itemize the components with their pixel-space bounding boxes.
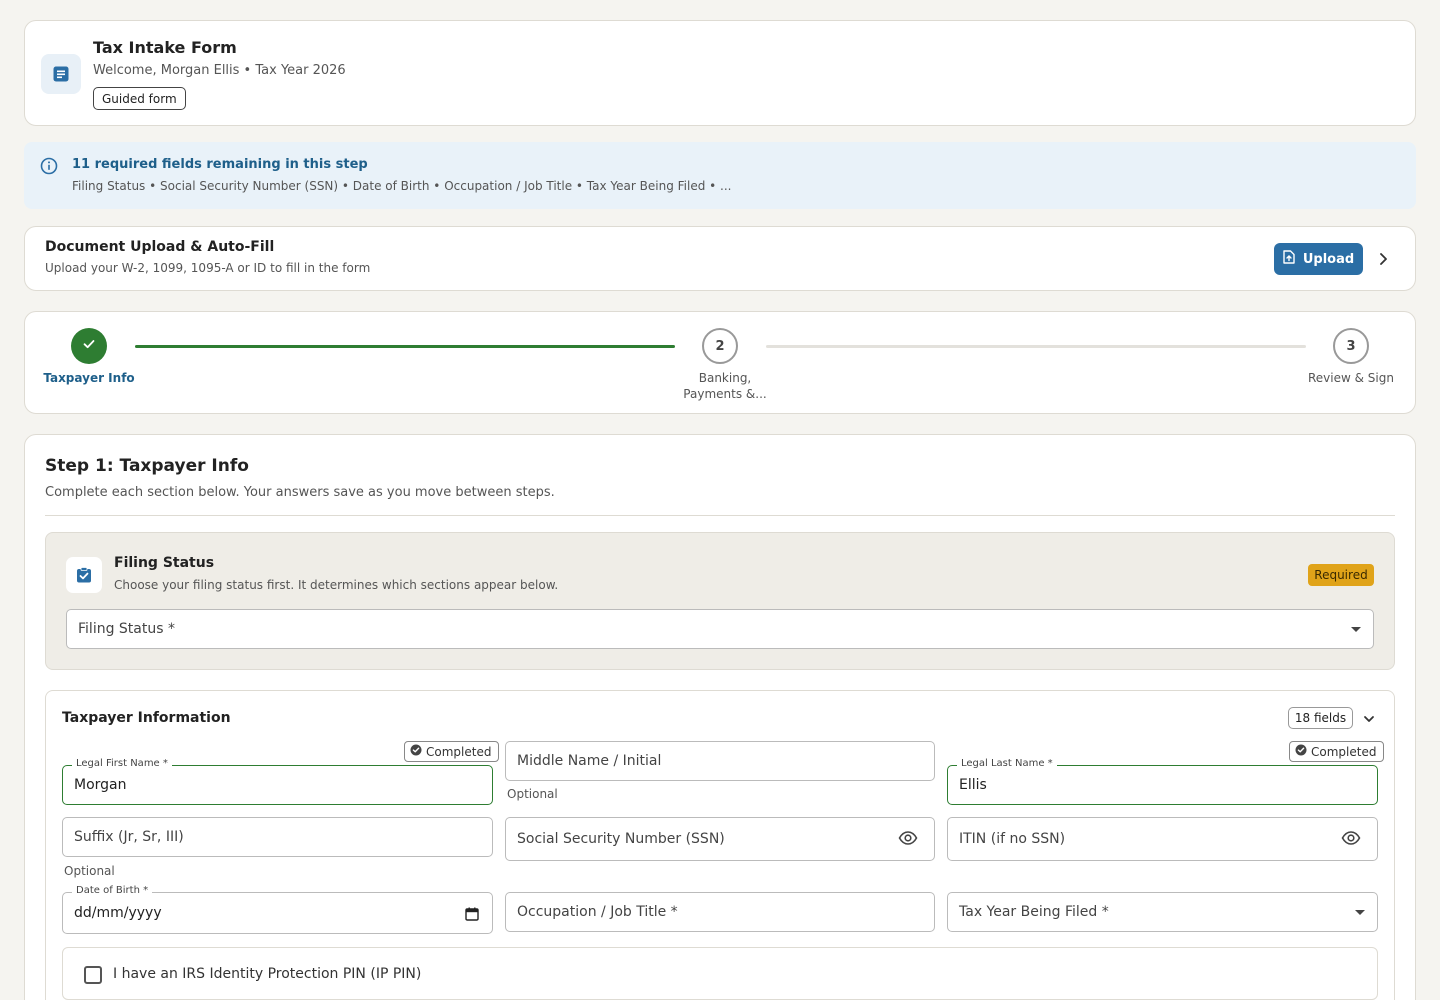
field-count-badge: 18 fields: [1288, 707, 1353, 729]
required-badge: Required: [1308, 564, 1374, 586]
page-title: Tax Intake Form: [93, 38, 237, 57]
check-circle-icon: [410, 744, 422, 759]
step-content-card: Step 1: Taxpayer Info Complete each sect…: [24, 434, 1416, 1000]
legal-last-name-label: Legal Last Name *: [957, 758, 1057, 769]
suffix-field[interactable]: Suffix (Jr, Sr, III): [62, 817, 493, 857]
remaining-count: 11 required fields remaining in this ste…: [72, 157, 368, 172]
document-icon: [41, 54, 81, 94]
middle-name-field[interactable]: Middle Name / Initial: [505, 741, 935, 781]
legal-first-name-value: Morgan: [74, 777, 127, 793]
remaining-fields-list: Filing Status • Social Security Number (…: [72, 179, 732, 193]
step-title: Step 1: Taxpayer Info: [45, 456, 249, 476]
welcome-text: Welcome, Morgan Ellis • Tax Year 2026: [93, 63, 346, 78]
legal-last-name-value: Ellis: [959, 777, 987, 793]
legal-first-name-label: Legal First Name *: [72, 758, 172, 769]
chevron-right-icon[interactable]: [1376, 251, 1390, 271]
step-2-label[interactable]: Banking, Payments &...: [675, 370, 775, 402]
upload-subtitle: Upload your W-2, 1099, 1095-A or ID to f…: [45, 261, 371, 275]
chevron-down-icon[interactable]: [1362, 711, 1376, 730]
occupation-placeholder: Occupation / Job Title *: [517, 904, 678, 920]
filing-status-placeholder: Filing Status *: [78, 621, 175, 637]
upload-button[interactable]: Upload: [1274, 243, 1363, 275]
eye-icon[interactable]: [898, 830, 918, 850]
check-circle-icon: [1295, 744, 1307, 759]
ip-pin-checkbox[interactable]: [84, 966, 102, 984]
dropdown-arrow-icon: [1351, 627, 1361, 632]
required-fields-banner: 11 required fields remaining in this ste…: [24, 142, 1416, 209]
itin-field[interactable]: ITIN (if no SSN): [947, 817, 1378, 861]
completed-label: Completed: [1311, 744, 1377, 759]
ip-pin-label[interactable]: I have an IRS Identity Protection PIN (I…: [113, 966, 421, 982]
date-of-birth-label: Date of Birth *: [72, 885, 153, 896]
divider: [45, 515, 1395, 516]
info-icon: [40, 157, 58, 179]
ssn-field[interactable]: Social Security Number (SSN): [505, 817, 935, 861]
dropdown-arrow-icon: [1355, 910, 1365, 915]
filing-status-subtitle: Choose your filing status first. It dete…: [114, 578, 559, 592]
eye-icon[interactable]: [1341, 830, 1361, 850]
legal-first-name-field[interactable]: Legal First Name * Morgan: [62, 758, 493, 805]
file-upload-icon: [1283, 250, 1295, 268]
step-2-circle[interactable]: 2: [702, 328, 738, 364]
upload-button-label: Upload: [1302, 251, 1355, 267]
tax-year-select[interactable]: Tax Year Being Filed *: [947, 892, 1378, 932]
suffix-hint: Optional: [64, 864, 115, 878]
completed-badge-first-name: Completed: [404, 741, 500, 762]
step-subtitle: Complete each section below. Your answer…: [45, 485, 555, 500]
step-1-circle[interactable]: [71, 328, 107, 364]
progress-stepper: 2 3 Taxpayer Info Banking, Payments &...…: [24, 311, 1416, 414]
filing-status-section: Filing Status Choose your filing status …: [45, 532, 1395, 670]
occupation-field[interactable]: Occupation / Job Title *: [505, 892, 935, 932]
step-1-label[interactable]: Taxpayer Info: [39, 370, 139, 386]
completed-label: Completed: [426, 744, 492, 759]
taxpayer-information-title: Taxpayer Information: [62, 710, 231, 726]
upload-title: Document Upload & Auto-Fill: [45, 239, 275, 255]
date-of-birth-field[interactable]: Date of Birth * dd/mm/yyyy: [62, 885, 493, 934]
ssn-placeholder: Social Security Number (SSN): [517, 831, 725, 847]
calendar-icon[interactable]: [465, 906, 479, 925]
header-card: Tax Intake Form Welcome, Morgan Ellis • …: [24, 20, 1416, 126]
tax-year-placeholder: Tax Year Being Filed *: [959, 904, 1109, 920]
middle-name-hint: Optional: [507, 787, 558, 801]
completed-badge-last-name: Completed: [1289, 741, 1385, 762]
filing-status-select[interactable]: Filing Status *: [66, 609, 1374, 649]
taxpayer-information-section: Taxpayer Information 18 fields Completed…: [45, 690, 1395, 1000]
date-of-birth-value: dd/mm/yyyy: [74, 905, 162, 921]
itin-placeholder: ITIN (if no SSN): [959, 831, 1066, 847]
step-3-label[interactable]: Review & Sign: [1301, 370, 1401, 386]
clipboard-check-icon: [66, 557, 102, 593]
step-3-circle[interactable]: 3: [1333, 328, 1369, 364]
step-connector-1: [135, 345, 675, 348]
guided-form-chip: Guided form: [93, 87, 186, 110]
ip-pin-option: I have an IRS Identity Protection PIN (I…: [62, 947, 1378, 1000]
middle-name-placeholder: Middle Name / Initial: [517, 753, 662, 769]
filing-status-title: Filing Status: [114, 555, 215, 571]
step-connector-2: [766, 345, 1306, 348]
legal-last-name-field[interactable]: Legal Last Name * Ellis: [947, 758, 1378, 805]
document-upload-card: Document Upload & Auto-Fill Upload your …: [24, 226, 1416, 291]
suffix-placeholder: Suffix (Jr, Sr, III): [74, 829, 184, 845]
checkmark-icon: [81, 336, 97, 356]
